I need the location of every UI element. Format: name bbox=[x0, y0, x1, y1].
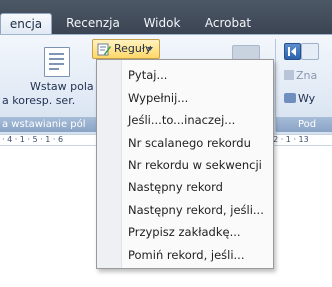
previous-record-icon[interactable] bbox=[301, 43, 319, 60]
tab-review[interactable]: Recenzja bbox=[60, 13, 126, 34]
tab-acrobat[interactable]: Acrobat bbox=[198, 13, 258, 34]
menu-item-skip-record-if[interactable]: Pomiń rekord, jeśli... bbox=[128, 247, 245, 263]
ruler-ticks-left: · 4 · 1 · 5 · 1 · 6 bbox=[2, 135, 64, 144]
menu-item-merge-sequence-number[interactable]: Nr rekordu w sekwencji bbox=[128, 157, 262, 173]
menu-item-fill-in[interactable]: Wypełnij... bbox=[128, 90, 188, 106]
chevron-down-icon bbox=[147, 47, 153, 51]
insert-field-label-2: a koresp. ser. bbox=[2, 94, 76, 107]
tab-view[interactable]: Widok bbox=[136, 13, 188, 34]
find-icon bbox=[284, 93, 296, 103]
group-caption-preview: Pod bbox=[276, 117, 332, 132]
rules-button[interactable]: Reguły bbox=[92, 39, 160, 59]
menu-item-next-record[interactable]: Następny rekord bbox=[128, 179, 223, 195]
menu-item-set-bookmark[interactable]: Przypisz zakładkę... bbox=[128, 224, 241, 240]
find-recipient-partial[interactable]: Wy bbox=[284, 92, 315, 105]
first-record-icon[interactable] bbox=[284, 43, 301, 60]
document-fields-icon bbox=[44, 47, 70, 77]
insert-field-label-1: Wstaw pola bbox=[30, 80, 94, 93]
highlight-fields-icon bbox=[284, 70, 294, 80]
menu-item-ask[interactable]: Pytaj... bbox=[128, 67, 167, 83]
menu-icon-gutter bbox=[97, 60, 122, 268]
group-caption-write-insert: a wstawianie pól bbox=[0, 117, 96, 132]
highlight-fields-partial[interactable]: Zna bbox=[284, 69, 317, 82]
word-window: encja Recenzja Widok Acrobat Wstaw pola … bbox=[0, 0, 332, 287]
ruler-ticks-right: 12 · 1 · 13 bbox=[268, 135, 309, 144]
menu-item-merge-record-number[interactable]: Nr scalanego rekordu bbox=[128, 135, 251, 151]
rules-button-label: Reguły bbox=[114, 42, 152, 55]
menu-item-next-record-if[interactable]: Następny rekord, jeśli... bbox=[128, 202, 264, 218]
menu-item-if-then-else[interactable]: Jeśli...to...inaczej... bbox=[128, 112, 235, 128]
rules-dropdown-menu: Pytaj... Wypełnij... Jeśli...to...inacze… bbox=[96, 59, 274, 269]
rules-icon bbox=[97, 43, 111, 56]
tab-references[interactable]: encja bbox=[0, 13, 52, 36]
ribbon-tab-bar: encja Recenzja Widok Acrobat bbox=[0, 0, 332, 36]
